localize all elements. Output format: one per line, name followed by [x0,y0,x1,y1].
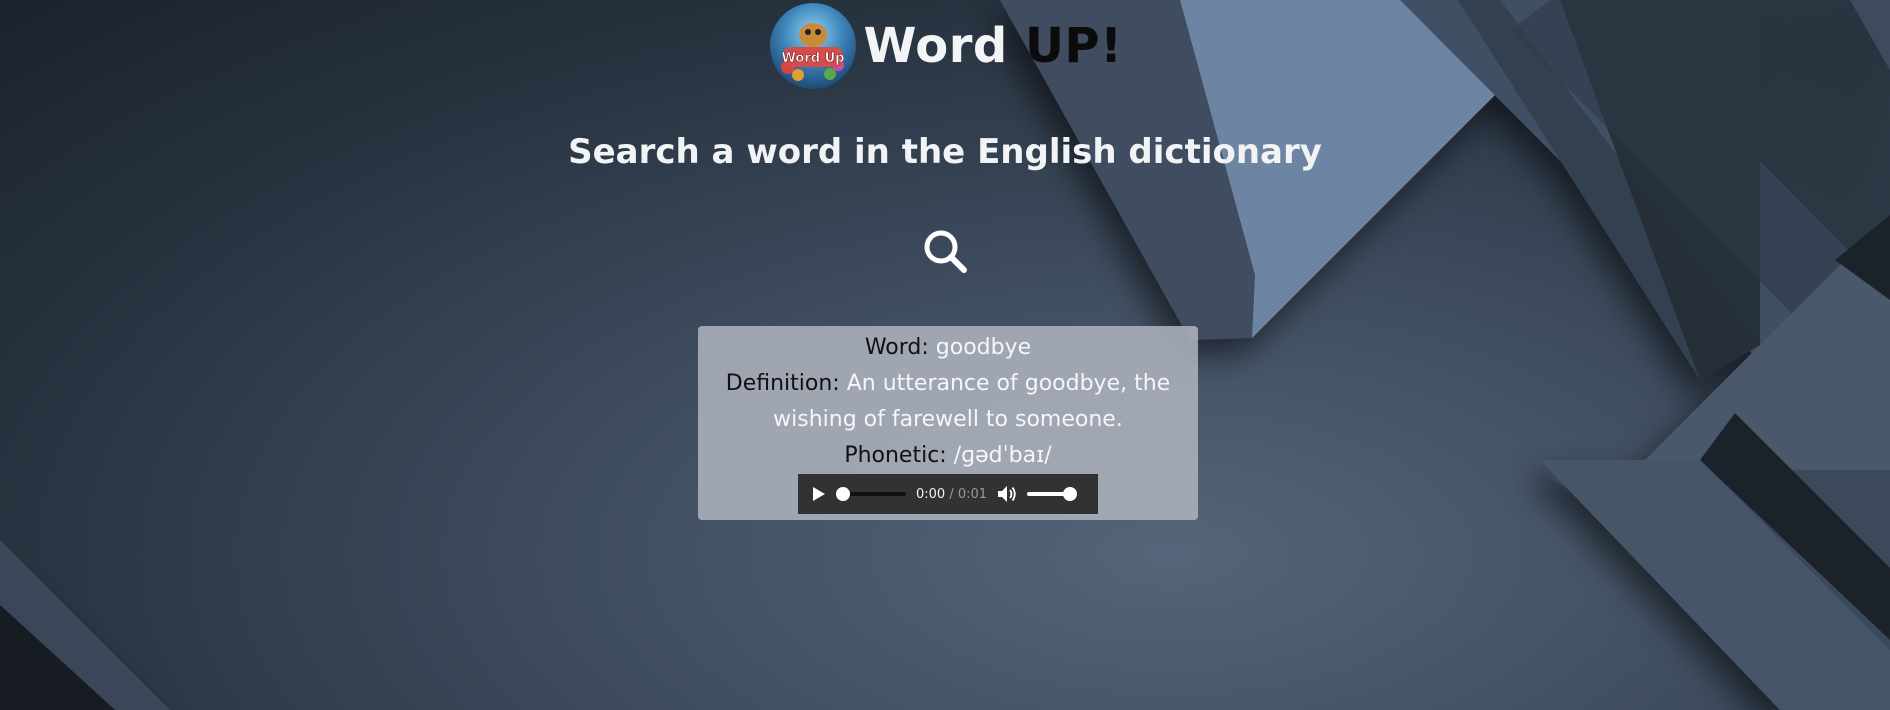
mute-button[interactable] [997,485,1017,503]
word-row: Word: goodbye [698,330,1198,366]
time-display: 0:00 / 0:01 [916,486,988,502]
header: Word Up Word UP! [0,0,1890,92]
magnifier-icon [924,230,967,273]
logo-text: Word Up [781,51,844,66]
play-button[interactable] [810,485,828,503]
app-title-main: Word [863,18,1025,74]
app-title-accent: UP! [1024,18,1123,74]
duration-time: 0:01 [957,486,988,502]
phonetic-row: Phonetic: /ɡədˈbaɪ/ [698,438,1198,474]
page-subtitle: Search a word in the English dictionary [568,132,1322,172]
word-value: goodbye [935,335,1032,360]
word-label: Word: [864,335,929,360]
definition-label: Definition: [725,371,840,396]
play-icon [813,487,825,501]
definition-row: Definition: An utterance of goodbye, the… [698,366,1198,438]
phonetic-label: Phonetic: [844,443,947,468]
app-title: Word UP! [864,18,1123,74]
pronunciation-audio-player: 0:00 / 0:01 [798,474,1098,514]
phonetic-value: /ɡədˈbaɪ/ [953,443,1052,468]
word-up-logo: Word Up [769,3,856,89]
current-time: 0:00 [916,486,946,502]
search-button[interactable] [920,226,970,276]
seek-slider[interactable] [836,487,906,501]
volume-thumb[interactable] [1063,487,1078,501]
result-card: Word: goodbye Definition: An utterance o… [698,326,1198,520]
speaker-icon [998,486,1016,502]
seek-thumb[interactable] [836,487,850,501]
volume-slider[interactable] [1027,487,1078,501]
